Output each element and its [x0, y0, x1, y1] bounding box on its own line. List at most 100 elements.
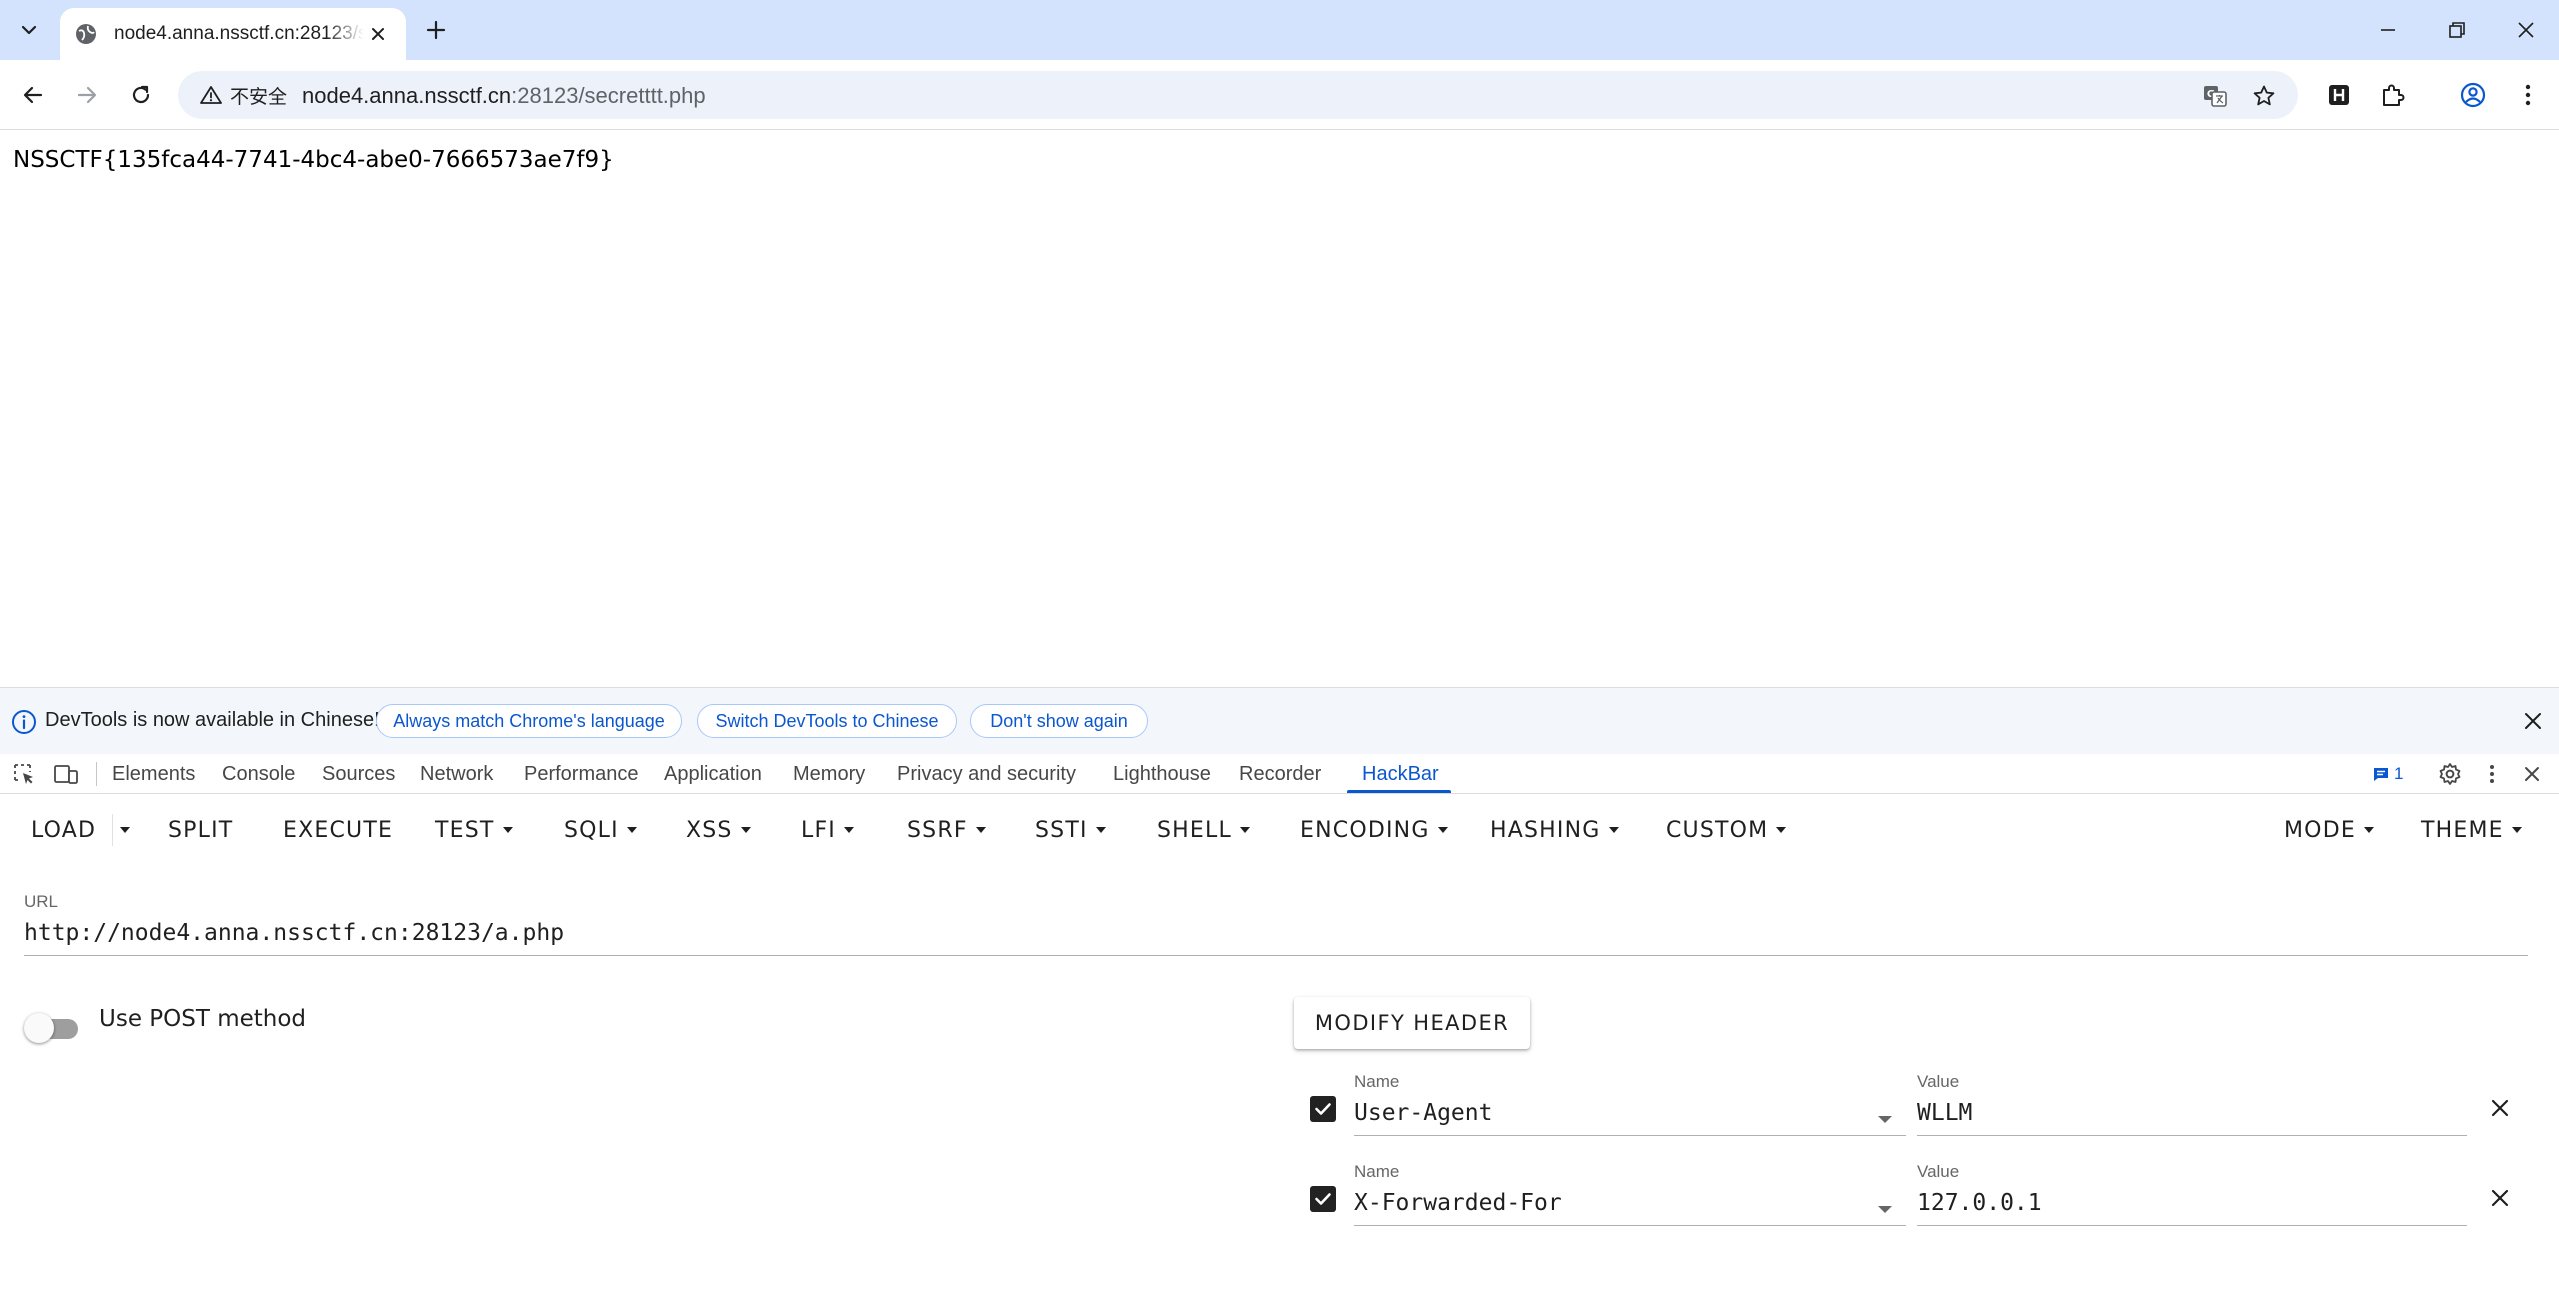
split-button[interactable]: SPLIT: [168, 810, 233, 850]
hashing-menu[interactable]: HASHING: [1490, 810, 1619, 850]
tab-lighthouse[interactable]: Lighthouse: [1113, 754, 1211, 794]
header-value-label: Value: [1917, 1072, 1960, 1091]
load-dropdown-button[interactable]: [120, 810, 130, 850]
close-icon: [2491, 1099, 2509, 1117]
header-name-input[interactable]: User-Agent: [1354, 1094, 1906, 1136]
lfi-menu[interactable]: LFI: [801, 810, 854, 850]
hashing-label: HASHING: [1490, 817, 1601, 843]
execute-button[interactable]: EXECUTE: [283, 810, 393, 850]
xss-menu[interactable]: XSS: [686, 810, 751, 850]
sqli-menu[interactable]: SQLI: [564, 810, 637, 850]
toolbar-divider: [96, 762, 97, 786]
delete-header-button[interactable]: [2484, 1182, 2516, 1214]
test-menu[interactable]: TEST: [435, 810, 513, 850]
browser-tab[interactable]: node4.anna.nssctf.cn:28123/secretttt.php: [60, 8, 406, 60]
security-chip[interactable]: 不安全: [190, 77, 297, 113]
tab-elements[interactable]: Elements: [112, 754, 195, 794]
url-path: :28123/secretttt.php: [511, 83, 706, 108]
devtools-close-button[interactable]: [2518, 760, 2546, 788]
tab-console[interactable]: Console: [222, 754, 295, 794]
header-value-input[interactable]: WLLM: [1917, 1094, 2467, 1136]
tab-search-button[interactable]: [8, 10, 50, 50]
modify-header-button[interactable]: MODIFY HEADER: [1294, 997, 1530, 1049]
back-button[interactable]: [12, 74, 54, 116]
shell-menu[interactable]: SHELL: [1157, 810, 1250, 850]
mode-menu[interactable]: MODE: [2284, 810, 2374, 850]
header-enabled-checkbox[interactable]: [1310, 1186, 1336, 1212]
load-button[interactable]: LOAD: [31, 810, 96, 850]
hackbar-panel: LOAD SPLIT EXECUTE TEST SQLI XSS LFI SSR…: [0, 794, 2559, 1302]
infobar-message: DevTools is now available in Chinese!: [45, 709, 380, 731]
device-toolbar-button[interactable]: [52, 760, 80, 788]
hackbar-extension-icon: [2329, 85, 2349, 105]
infobar-close-button[interactable]: [2518, 706, 2548, 736]
bookmark-button[interactable]: [2247, 79, 2281, 113]
tab-title: node4.anna.nssctf.cn:28123/secretttt.php: [114, 23, 364, 44]
theme-menu[interactable]: THEME: [2421, 810, 2522, 850]
reload-button[interactable]: [120, 74, 162, 116]
devtools-menu-button[interactable]: [2478, 760, 2506, 788]
address-bar[interactable]: 不安全 node4.anna.nssctf.cn:28123/secretttt…: [178, 71, 2298, 119]
dropdown-arrow-icon[interactable]: [1878, 1206, 1892, 1213]
address-url[interactable]: node4.anna.nssctf.cn:28123/secretttt.php: [302, 83, 706, 109]
profile-button[interactable]: [2454, 76, 2492, 114]
delete-header-button[interactable]: [2484, 1092, 2516, 1124]
close-icon: [2518, 22, 2534, 38]
translate-button[interactable]: G: [2198, 79, 2232, 113]
switch-to-chinese-button[interactable]: Switch DevTools to Chinese: [697, 704, 957, 738]
browser-menu-button[interactable]: [2509, 76, 2547, 114]
header-value-input[interactable]: 127.0.0.1: [1917, 1184, 2467, 1226]
tab-application[interactable]: Application: [664, 754, 762, 794]
plus-icon: [426, 20, 446, 40]
ssti-menu[interactable]: SSTI: [1035, 810, 1106, 850]
minimize-button[interactable]: [2358, 8, 2418, 52]
hackbar-url-input[interactable]: http://node4.anna.nssctf.cn:28123/a.php: [24, 914, 2528, 956]
inspect-element-button[interactable]: [10, 760, 38, 788]
forward-button[interactable]: [66, 74, 108, 116]
caret-down-icon: [502, 827, 513, 833]
tab-performance[interactable]: Performance: [524, 754, 639, 794]
post-method-toggle[interactable]: [24, 1011, 82, 1045]
load-divider: [112, 814, 113, 846]
caret-down-icon: [120, 827, 130, 833]
inspect-icon: [14, 764, 33, 784]
tab-close-button[interactable]: [364, 20, 392, 48]
close-icon: [372, 28, 384, 40]
always-match-language-button[interactable]: Always match Chrome's language: [376, 704, 682, 738]
star-icon: [2253, 85, 2275, 106]
security-label: 不安全: [230, 86, 288, 108]
checkmark-icon: [1315, 1103, 1331, 1115]
shell-label: SHELL: [1157, 817, 1232, 843]
tab-hackbar[interactable]: HackBar: [1362, 754, 1439, 794]
extensions-button[interactable]: [2374, 76, 2412, 114]
dont-show-again-button[interactable]: Don't show again: [970, 704, 1148, 738]
tab-sources[interactable]: Sources: [322, 754, 395, 794]
tab-memory[interactable]: Memory: [793, 754, 865, 794]
close-icon: [2491, 1189, 2509, 1207]
devtools-infobar: DevTools is now available in Chinese! Al…: [0, 687, 2559, 754]
close-window-button[interactable]: [2496, 8, 2556, 52]
new-tab-button[interactable]: [418, 12, 454, 48]
dropdown-arrow-icon[interactable]: [1878, 1116, 1892, 1123]
restore-button[interactable]: [2427, 8, 2487, 52]
gear-icon: [2439, 763, 2461, 785]
devtools-settings-button[interactable]: [2436, 760, 2464, 788]
caret-down-icon: [1608, 827, 1619, 833]
tab-network[interactable]: Network: [420, 754, 493, 794]
browser-toolbar: 不安全 node4.anna.nssctf.cn:28123/secretttt…: [0, 60, 2559, 130]
issues-badge[interactable]: 1: [2372, 762, 2403, 786]
puzzle-icon: [2383, 84, 2405, 106]
tab-recorder[interactable]: Recorder: [1239, 754, 1321, 794]
caret-down-icon: [844, 827, 854, 833]
encoding-menu[interactable]: ENCODING: [1300, 810, 1448, 850]
tab-privacy-security[interactable]: Privacy and security: [897, 754, 1076, 794]
post-method-label: Use POST method: [99, 1006, 307, 1032]
ssrf-label: SSRF: [907, 817, 968, 843]
custom-menu[interactable]: CUSTOM: [1666, 810, 1787, 850]
ssrf-menu[interactable]: SSRF: [907, 810, 986, 850]
hackbar-extension-button[interactable]: [2320, 76, 2358, 114]
restore-icon: [2449, 22, 2465, 38]
header-enabled-checkbox[interactable]: [1310, 1096, 1336, 1122]
header-name-input[interactable]: X-Forwarded-For: [1354, 1184, 1906, 1226]
theme-label: THEME: [2421, 817, 2504, 843]
